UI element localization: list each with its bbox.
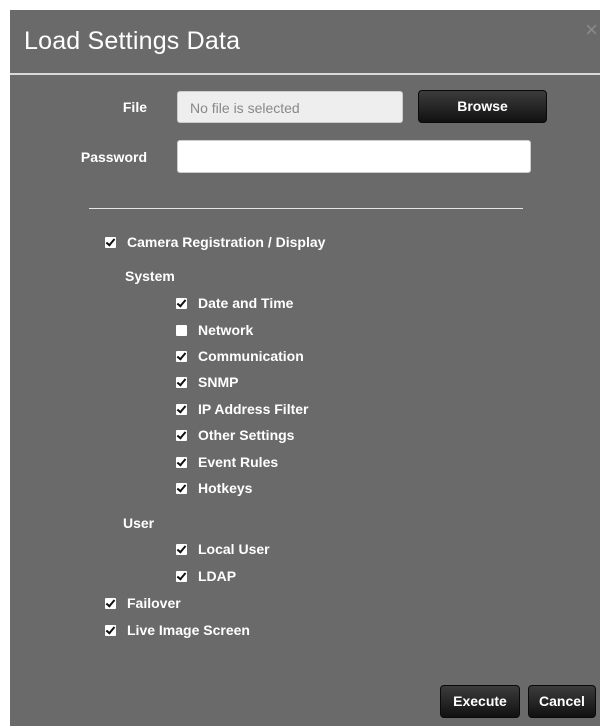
local-user-label: Local User	[198, 541, 270, 557]
date-time-label: Date and Time	[198, 295, 294, 311]
failover-label: Failover	[127, 595, 181, 611]
camera-registration-label: Camera Registration / Display	[127, 234, 326, 250]
communication-checkbox[interactable]	[176, 350, 187, 362]
snmp-label: SNMP	[198, 374, 239, 390]
checkbox-row-ldap[interactable]: LDAP	[176, 566, 236, 586]
dialog-title: Load Settings Data	[24, 27, 241, 55]
network-label: Network	[198, 322, 254, 338]
local-user-checkbox[interactable]	[176, 543, 187, 555]
checkbox-row-communication[interactable]: Communication	[176, 346, 304, 366]
checkbox-row-live-image-screen[interactable]: Live Image Screen	[105, 620, 250, 640]
title-divider	[10, 73, 600, 75]
event-rules-checkbox[interactable]	[176, 456, 187, 468]
checkbox-row-event-rules[interactable]: Event Rules	[176, 452, 278, 472]
close-icon[interactable]: ×	[585, 19, 598, 41]
checkbox-row-ip-address-filter[interactable]: IP Address Filter	[176, 399, 308, 419]
system-group-label: System	[125, 268, 175, 284]
live-image-screen-label: Live Image Screen	[127, 622, 250, 638]
checkbox-row-camera-registration[interactable]: Camera Registration / Display	[105, 232, 325, 252]
load-settings-dialog: Load Settings Data × File No file is sel…	[10, 10, 600, 726]
other-settings-label: Other Settings	[198, 427, 295, 443]
camera-registration-checkbox[interactable]	[105, 236, 116, 248]
user-group-label: User	[123, 515, 155, 531]
file-label: File	[122, 99, 147, 115]
checkbox-row-hotkeys[interactable]: Hotkeys	[176, 478, 252, 498]
checkbox-row-date-time[interactable]: Date and Time	[176, 293, 293, 313]
checkbox-row-snmp[interactable]: SNMP	[176, 372, 238, 392]
checkbox-row-other-settings[interactable]: Other Settings	[176, 425, 294, 445]
checkbox-row-failover[interactable]: Failover	[105, 593, 181, 613]
snmp-checkbox[interactable]	[176, 376, 187, 388]
file-path-field: No file is selected	[177, 91, 403, 123]
hotkeys-checkbox[interactable]	[176, 482, 187, 494]
ldap-label: LDAP	[198, 568, 237, 584]
browse-button[interactable]: Browse	[418, 90, 547, 123]
ip-address-filter-label: IP Address Filter	[198, 401, 309, 417]
execute-button[interactable]: Execute	[440, 685, 520, 718]
live-image-screen-checkbox[interactable]	[105, 624, 116, 636]
date-time-checkbox[interactable]	[176, 297, 187, 309]
other-settings-checkbox[interactable]	[176, 429, 187, 441]
checkbox-row-network[interactable]: Network	[176, 320, 253, 340]
password-label: Password	[80, 149, 147, 165]
failover-checkbox[interactable]	[105, 597, 116, 609]
checkbox-row-local-user[interactable]: Local User	[176, 539, 270, 559]
communication-label: Communication	[198, 348, 304, 364]
password-field[interactable]	[177, 140, 531, 173]
cancel-button[interactable]: Cancel	[528, 685, 596, 718]
section-divider	[89, 208, 523, 209]
ldap-checkbox[interactable]	[176, 570, 187, 582]
ip-address-filter-checkbox[interactable]	[176, 403, 187, 415]
network-checkbox[interactable]	[176, 324, 187, 336]
hotkeys-label: Hotkeys	[198, 480, 253, 496]
event-rules-label: Event Rules	[198, 454, 279, 470]
